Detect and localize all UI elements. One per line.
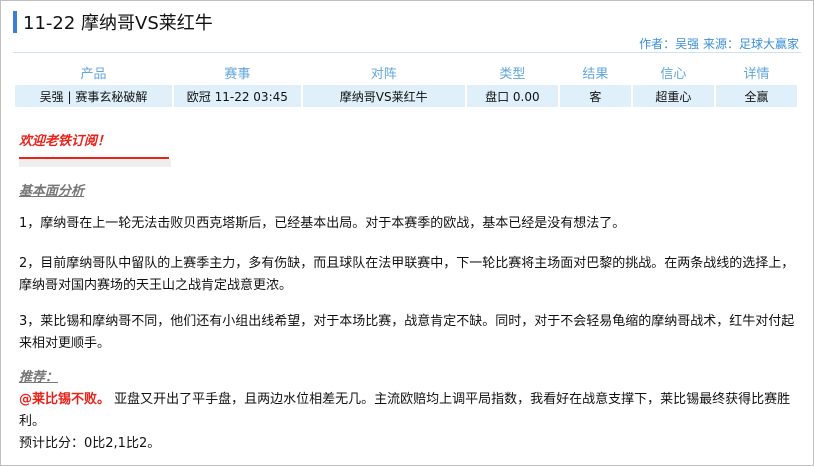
welcome-text: 欢迎老铁订阅！ bbox=[19, 134, 111, 149]
author-label: 作者： bbox=[639, 37, 676, 51]
table-cell-event: 欧冠 11-22 03:45 bbox=[174, 85, 301, 107]
recommendation-text: @莱比锡不败。 亚盘又开出了平手盘，且两边水位相差无几。主流欧赔均上调平局指数，… bbox=[19, 389, 799, 433]
meta-divider bbox=[13, 52, 801, 53]
table-cell-match: 摩纳哥VS莱红牛 bbox=[302, 85, 465, 107]
table-header-row: 产品 赛事 对阵 类型 结果 信心 详情 bbox=[15, 59, 797, 85]
source-link[interactable]: 足球大赢家 bbox=[739, 37, 799, 51]
table-cell-result: 客 bbox=[559, 85, 631, 107]
article-frame: 11-22 摩纳哥VS莱红牛 作者：吴强 来源：足球大赢家 产品 赛事 对阵 类… bbox=[0, 0, 814, 466]
paragraph-1: 1，摩纳哥在上一轮无法击败贝西克塔斯后，已经基本出局。对于本赛季的欧战，基本已经… bbox=[19, 216, 626, 231]
source-label: 来源： bbox=[702, 37, 739, 51]
col-header: 类型 bbox=[499, 66, 526, 82]
predicted-score: 预计比分：0比2,1比2。 bbox=[19, 436, 161, 451]
paragraph-3: 3，莱比锡和摩纳哥不同，他们还有小组出线希望，对于本场比赛，战意肯定不缺。同时，… bbox=[19, 314, 795, 351]
welcome-shade bbox=[19, 159, 171, 167]
table-cell-confidence: 超重心 bbox=[632, 85, 714, 107]
table-cell-detail: 全赢 bbox=[715, 85, 797, 107]
col-header: 结果 bbox=[582, 66, 609, 82]
article-meta: 作者：吴强 来源：足球大赢家 bbox=[639, 35, 799, 52]
recommendation-title: 推荐： bbox=[19, 370, 59, 385]
col-header: 产品 bbox=[80, 66, 107, 82]
col-header: 详情 bbox=[743, 66, 770, 82]
article-body: 欢迎老铁订阅！ 基本面分析 1，摩纳哥在上一轮无法击败贝西克塔斯后，已经基本出局… bbox=[19, 131, 799, 455]
table-row: 吴强 | 赛事玄秘破解 欧冠 11-22 03:45 摩纳哥VS莱红牛 盘口 0… bbox=[15, 85, 797, 107]
recommendation-pick: @莱比锡不败。 bbox=[19, 392, 111, 407]
page-title: 11-22 摩纳哥VS莱红牛 bbox=[23, 13, 213, 34]
table-cell-product: 吴强 | 赛事玄秘破解 bbox=[15, 85, 173, 107]
title-bar: 11-22 摩纳哥VS莱红牛 bbox=[13, 11, 213, 34]
recommendation-body: 亚盘又开出了平手盘，且两边水位相差无几。主流欧赔均上调平局指数，我看好在战意支撑… bbox=[19, 392, 791, 429]
section-title: 基本面分析 bbox=[19, 184, 85, 199]
paragraph-2: 2，目前摩纳哥队中留队的上赛季主力，多有伤缺，而且球队在法甲联赛中，下一轮比赛将… bbox=[19, 256, 795, 293]
col-header: 对阵 bbox=[370, 66, 397, 82]
title-accent-bar bbox=[13, 11, 17, 33]
table-cell-type: 盘口 0.00 bbox=[466, 85, 558, 107]
col-header: 赛事 bbox=[224, 66, 251, 82]
author-link[interactable]: 吴强 bbox=[675, 37, 699, 51]
col-header: 信心 bbox=[660, 66, 687, 82]
prediction-table: 产品 赛事 对阵 类型 结果 信心 详情 吴强 | 赛事玄秘破解 欧冠 11-2… bbox=[13, 59, 799, 107]
